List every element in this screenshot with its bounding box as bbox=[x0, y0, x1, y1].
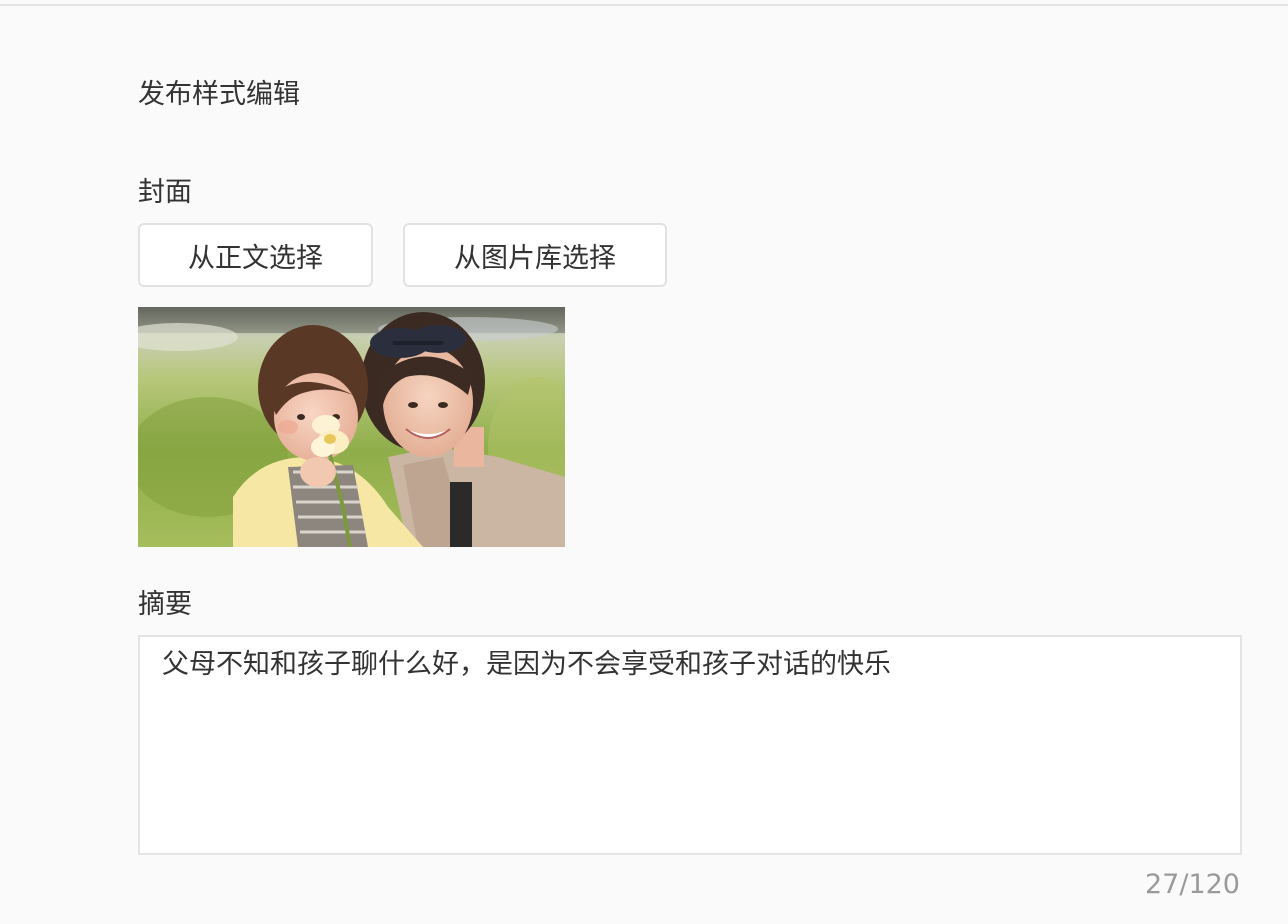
cover-image[interactable] bbox=[138, 307, 565, 547]
select-from-library-button[interactable]: 从图片库选择 bbox=[403, 223, 667, 287]
top-divider bbox=[0, 4, 1288, 6]
select-from-body-button[interactable]: 从正文选择 bbox=[138, 223, 373, 287]
summary-textarea[interactable]: 父母不知和孩子聊什么好，是因为不会享受和孩子对话的快乐 bbox=[138, 635, 1242, 855]
page-title: 发布样式编辑 bbox=[138, 79, 300, 110]
character-counter: 27/120 bbox=[1145, 869, 1240, 900]
summary-label: 摘要 bbox=[138, 589, 192, 620]
summary-text[interactable]: 父母不知和孩子聊什么好，是因为不会享受和孩子对话的快乐 bbox=[162, 645, 1220, 685]
cover-label: 封面 bbox=[138, 177, 192, 208]
